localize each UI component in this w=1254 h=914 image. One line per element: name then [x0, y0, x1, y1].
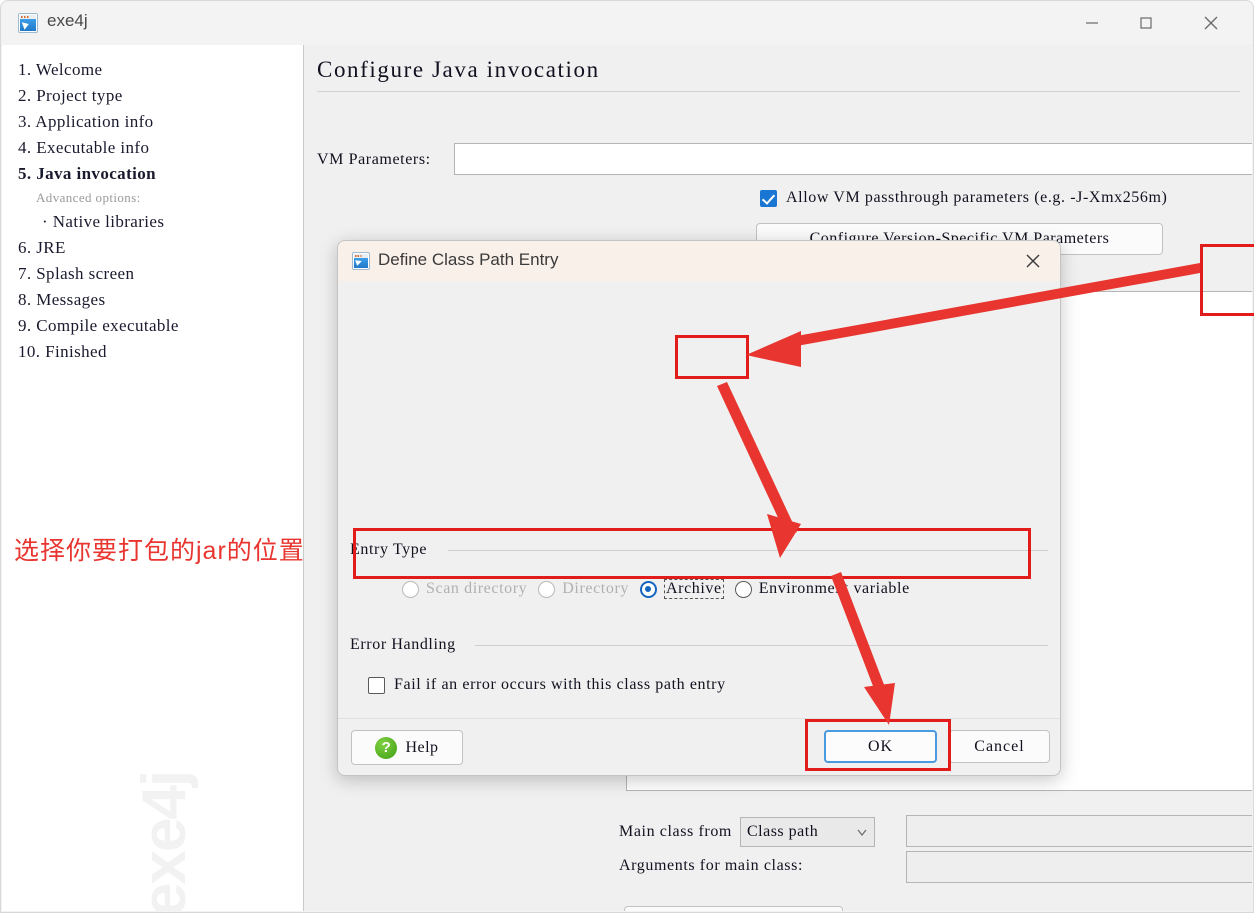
- define-class-path-entry-dialog: Define Class Path Entry Entry Type Scan …: [337, 240, 1061, 776]
- sidebar-item-finished[interactable]: 10. Finished: [18, 339, 303, 365]
- window-title: exe4j: [47, 11, 88, 30]
- sidebar-subheading-advanced: Advanced options:: [36, 190, 141, 205]
- title-divider: [317, 91, 1240, 92]
- close-icon: [1204, 16, 1218, 30]
- main-class-from-row: Main class from Class path: [619, 817, 875, 847]
- directory-radio: [538, 580, 556, 598]
- entry-type-option-environment-variable[interactable]: Environment variable: [734, 580, 910, 598]
- scan-directory-label: Scan directory: [426, 580, 528, 597]
- sidebar-item-splash-screen[interactable]: 7. Splash screen: [18, 261, 303, 287]
- sidebar-item-executable-info[interactable]: 4. Executable info: [18, 135, 303, 161]
- sidebar-item-compile-executable[interactable]: 9. Compile executable: [18, 313, 303, 339]
- error-handling-legend: Error Handling: [350, 636, 464, 654]
- ok-button-label: OK: [867, 737, 894, 755]
- sidebar-item-welcome[interactable]: 1. Welcome: [18, 57, 303, 83]
- sidebar-item-project-type[interactable]: 2. Project type: [18, 83, 303, 109]
- dialog-app-icon: [352, 252, 370, 270]
- arguments-label: Arguments for main class:: [619, 857, 804, 874]
- wizard-steps-panel: 1. Welcome 2. Project type 3. Applicatio…: [2, 45, 304, 911]
- dialog-footer: ? Help OK Cancel: [338, 718, 1060, 775]
- dialog-titlebar: Define Class Path Entry: [338, 241, 1060, 281]
- sidebar-item-application-info[interactable]: 3. Application info: [18, 109, 303, 135]
- minimize-icon: [1086, 22, 1098, 24]
- environment-variable-label: Environment variable: [758, 580, 910, 597]
- window-titlebar: exe4j: [1, 1, 1253, 46]
- main-class-input[interactable]: [906, 815, 1252, 847]
- environment-variable-radio[interactable]: [734, 580, 752, 598]
- sidebar-item-jre[interactable]: 6. JRE: [18, 235, 303, 261]
- allow-passthrough-checkbox[interactable]: [760, 189, 777, 207]
- main-class-from-select[interactable]: Class path: [739, 817, 875, 847]
- archive-label: Archive: [663, 579, 724, 599]
- scan-directory-radio: [402, 580, 419, 598]
- exe4j-main-window: exe4j 1. Welcome 2. Project type 3. Appl…: [0, 0, 1254, 913]
- entry-type-option-scan-directory: Scan directory: [402, 580, 527, 598]
- close-button[interactable]: [1183, 1, 1239, 45]
- help-question-icon: ?: [375, 736, 398, 759]
- exe4j-app-icon: [18, 13, 38, 33]
- page-title: Configure Java invocation: [317, 57, 600, 82]
- directory-label: Directory: [562, 580, 629, 597]
- wizard-step-list: 1. Welcome 2. Project type 3. Applicatio…: [18, 57, 303, 365]
- chevron-down-icon: [857, 829, 867, 836]
- dialog-title: Define Class Path Entry: [378, 250, 559, 269]
- fail-on-error-row[interactable]: Fail if an error occurs with this class …: [368, 676, 726, 694]
- entry-type-radio-group[interactable]: Scan directory Directory Archive Environ…: [402, 579, 921, 599]
- archive-radio[interactable]: [639, 580, 657, 598]
- cancel-button[interactable]: Cancel: [949, 730, 1050, 763]
- maximize-icon: [1140, 17, 1152, 29]
- vm-parameters-label: VM Parameters:: [317, 151, 431, 168]
- sidebar-item-java-invocation[interactable]: 5. Java invocation: [18, 161, 303, 187]
- entry-type-option-directory: Directory: [538, 580, 629, 598]
- fail-on-error-checkbox[interactable]: [368, 676, 385, 694]
- annotation-chinese-note: 选择你要打包的jar的位置: [14, 537, 305, 565]
- entry-type-divider: [448, 550, 1048, 551]
- advanced-options-button[interactable]: Advanced Options: [624, 906, 843, 911]
- cancel-button-label: Cancel: [974, 737, 1025, 755]
- entry-type-option-archive[interactable]: Archive: [639, 579, 724, 599]
- close-icon: [1026, 254, 1040, 268]
- main-class-from-label: Main class from: [619, 823, 732, 840]
- sidebar-item-native-libraries[interactable]: · Native libraries: [42, 209, 303, 235]
- vm-parameters-input[interactable]: [454, 143, 1252, 175]
- error-handling-divider: [475, 645, 1048, 646]
- allow-passthrough-label: Allow VM passthrough parameters (e.g. -J…: [786, 189, 1168, 206]
- sidebar-item-messages[interactable]: 8. Messages: [18, 287, 303, 313]
- dialog-close-button[interactable]: [1006, 241, 1060, 281]
- main-class-from-value: Class path: [746, 823, 819, 840]
- exe4j-watermark: exe4j: [130, 771, 199, 911]
- help-button[interactable]: ? Help: [351, 730, 463, 765]
- fail-on-error-label: Fail if an error occurs with this class …: [394, 676, 726, 693]
- arguments-input[interactable]: [906, 851, 1252, 883]
- help-button-label: Help: [405, 738, 439, 756]
- maximize-button[interactable]: [1123, 1, 1169, 45]
- minimize-button[interactable]: [1069, 1, 1115, 45]
- allow-passthrough-row[interactable]: Allow VM passthrough parameters (e.g. -J…: [760, 189, 1168, 207]
- ok-button[interactable]: OK: [824, 730, 937, 763]
- entry-type-legend: Entry Type: [350, 541, 436, 559]
